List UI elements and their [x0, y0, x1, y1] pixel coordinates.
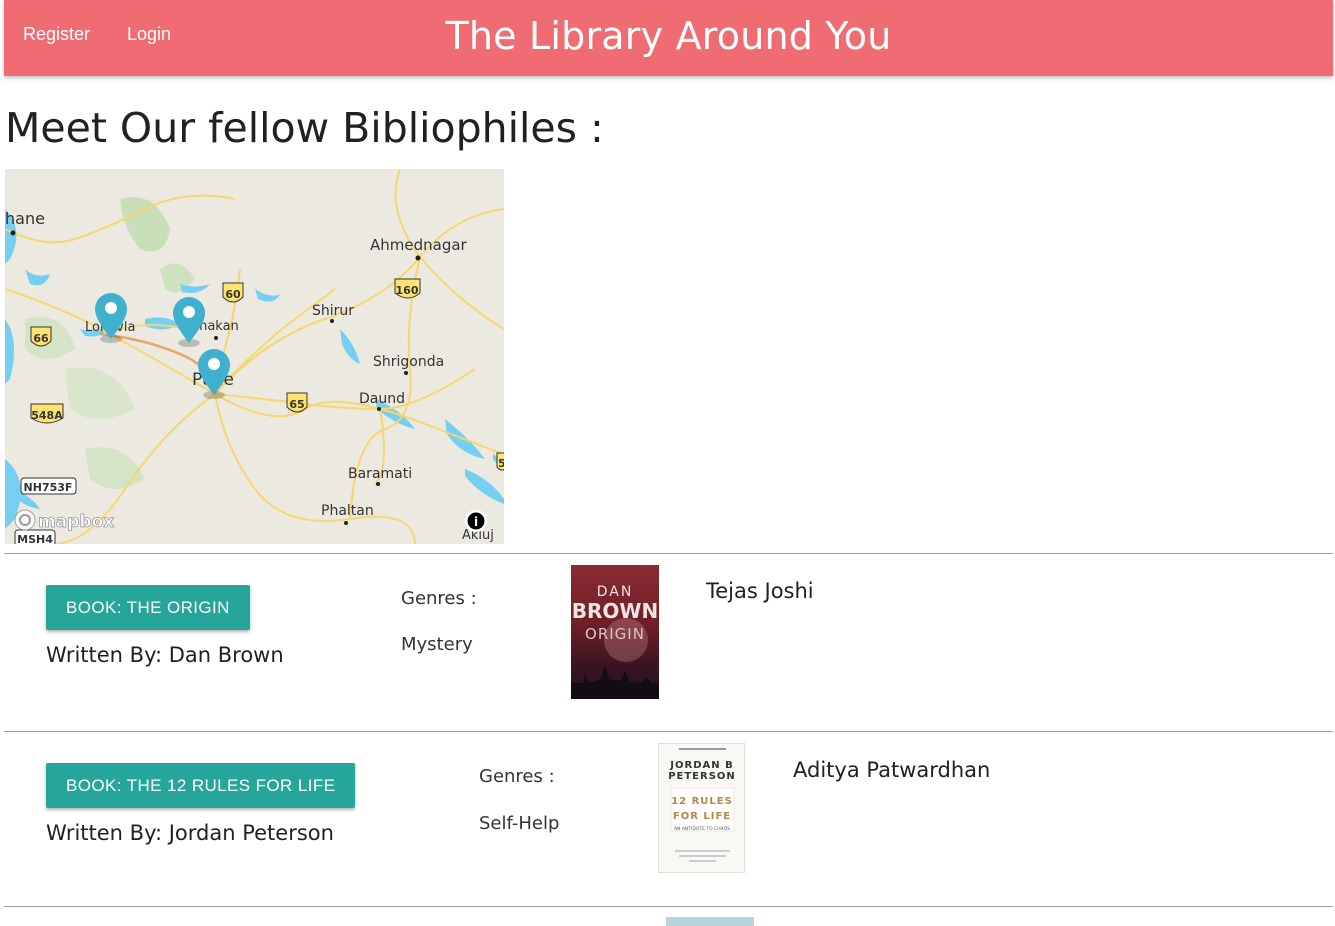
book-author: Written By: Dan Brown: [46, 643, 284, 667]
road-shield: NH753F: [20, 477, 77, 495]
owner-name[interactable]: Aditya Patwardhan: [793, 758, 990, 782]
svg-text:PETERSON: PETERSON: [668, 771, 736, 782]
road-shield: 160: [394, 278, 421, 299]
road-shield: 66: [30, 326, 52, 347]
navbar: Register Login The Library Around You: [4, 0, 1333, 76]
svg-text:BROWN: BROWN: [572, 599, 658, 623]
genre-value: Mystery: [401, 634, 473, 655]
info-icon[interactable]: i: [465, 510, 487, 532]
map-place-label: Phaltan: [321, 503, 374, 519]
svg-text:548A: 548A: [31, 409, 63, 422]
map-place-label: Baramati: [348, 466, 412, 482]
owner-name[interactable]: Tejas Joshi: [706, 579, 814, 603]
genres-label: Genres :: [401, 588, 477, 609]
book-cover-next: [666, 917, 754, 926]
svg-text:DAN: DAN: [597, 584, 634, 600]
svg-text:12 RULES: 12 RULES: [671, 796, 733, 807]
road-shield: 5: [496, 452, 504, 471]
map-place-label: Daund: [359, 391, 405, 407]
road-shield: 65: [286, 392, 308, 413]
svg-text:AN ANTIDOTE TO CHAOS: AN ANTIDOTE TO CHAOS: [674, 826, 730, 832]
svg-text:FOR LIFE: FOR LIFE: [673, 811, 731, 822]
book-cover-origin: DAN BROWN ORIGIN: [571, 565, 659, 699]
road-shield: 60: [222, 282, 244, 303]
page-title: Meet Our fellow Bibliophiles :: [5, 104, 604, 152]
svg-text:NH753F: NH753F: [24, 481, 73, 494]
divider: [4, 906, 1333, 907]
svg-text:66: 66: [33, 332, 49, 345]
divider: [4, 553, 1333, 554]
svg-text:i: i: [474, 515, 478, 529]
map-place-label: Shrigonda: [373, 354, 444, 370]
svg-text:5: 5: [498, 457, 504, 470]
svg-text:65: 65: [289, 398, 304, 411]
book-button-origin[interactable]: BOOK: THE ORIGIN: [46, 585, 250, 630]
map-canvas[interactable]: hane Ahmednagar Shirur Lonavla Chakan Pu…: [5, 169, 504, 544]
map[interactable]: hane Ahmednagar Shirur Lonavla Chakan Pu…: [5, 169, 504, 544]
book-button-12-rules[interactable]: BOOK: THE 12 RULES FOR LIFE: [46, 763, 356, 808]
divider: [4, 731, 1333, 732]
svg-text:60: 60: [225, 288, 241, 301]
book-cover-12-rules: JORDAN B PETERSON 12 RULES FOR LIFE AN A…: [658, 743, 745, 873]
site-title[interactable]: The Library Around You: [4, 14, 1333, 58]
road-shield: 548A: [30, 403, 64, 424]
genre-value: Self-Help: [479, 813, 560, 834]
svg-text:mapbox: mapbox: [38, 512, 114, 532]
book-author: Written By: Jordan Peterson: [46, 821, 334, 845]
mapbox-logo[interactable]: mapbox: [14, 509, 115, 532]
svg-text:160: 160: [396, 284, 419, 297]
svg-text:MSH4: MSH4: [17, 533, 53, 544]
map-place-label: hane: [5, 209, 45, 228]
map-place-label: Ahmednagar: [370, 236, 468, 254]
genres-label: Genres :: [479, 766, 555, 787]
svg-text:ORIGIN: ORIGIN: [585, 625, 645, 643]
svg-text:JORDAN B: JORDAN B: [669, 760, 733, 771]
road-shield: MSH4: [14, 529, 56, 544]
map-place-label: Shirur: [312, 303, 354, 319]
